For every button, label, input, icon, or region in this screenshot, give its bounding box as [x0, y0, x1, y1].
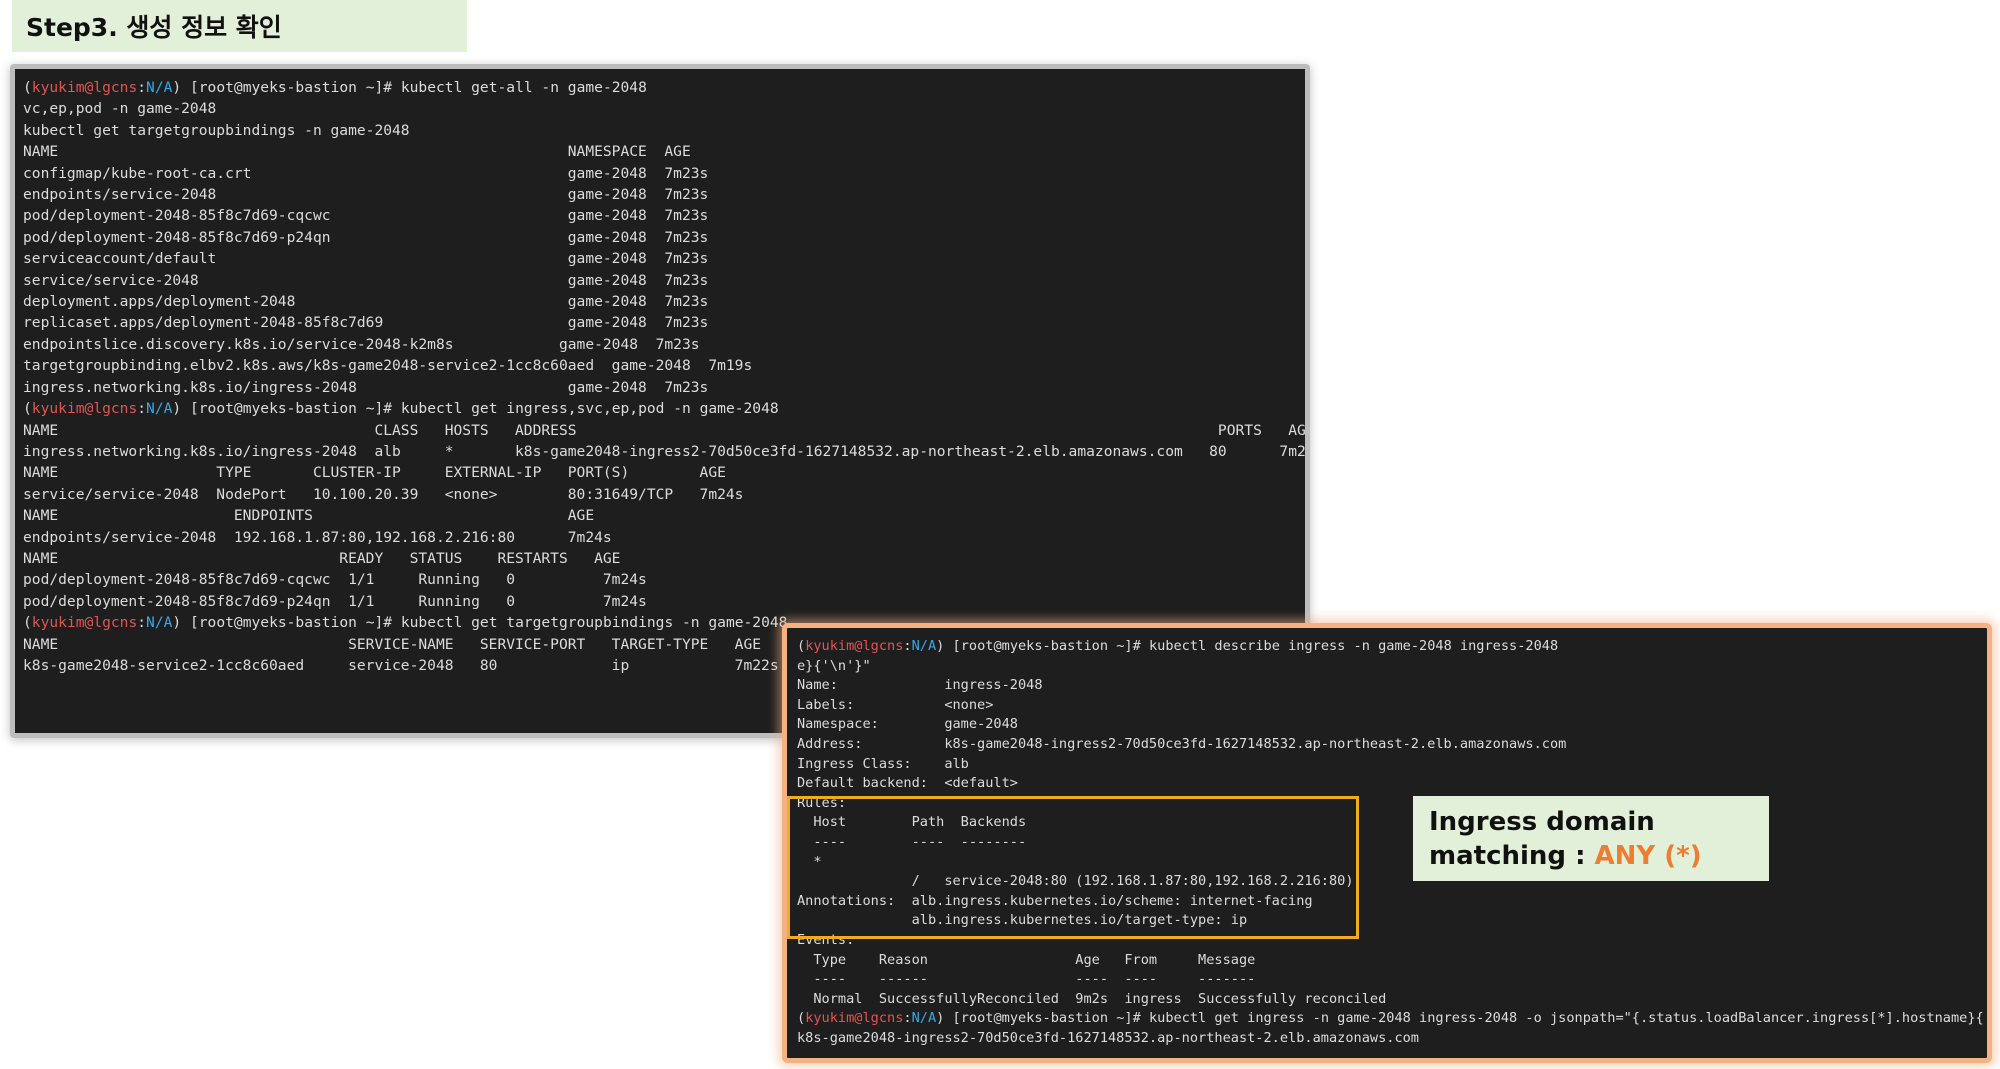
- terminal-output-line: ingress.networking.k8s.io/ingress-2048 g…: [23, 378, 709, 396]
- terminal-output-line: Namespace: game-2048: [797, 716, 1018, 733]
- terminal-output-line: vc,ep,pod -n game-2048: [23, 100, 217, 118]
- prompt-user: kyukim: [31, 79, 85, 96]
- prompt-close: ): [172, 79, 182, 96]
- callout-text: matching :: [1429, 841, 1595, 871]
- terminal-output-line: pod/deployment-2048-85f8c7d69-p24qn 1/1 …: [23, 592, 647, 610]
- prompt-close: ): [172, 614, 182, 632]
- prompt-open: (: [23, 79, 32, 96]
- prompt-context: N/A: [911, 638, 937, 654]
- rules-highlight-box: [787, 796, 1359, 939]
- prompt-open: (: [23, 400, 32, 418]
- prompt-separator: :: [137, 614, 147, 632]
- terminal-output-line: kubectl get targetgroupbindings -n game-…: [23, 121, 410, 139]
- terminal-prompt-line: (kyukim@lgcns:N/A) [root@myeks-bastion ~…: [23, 398, 1305, 419]
- prompt-host: lgcns: [862, 1010, 904, 1027]
- prompt-user: kyukim: [31, 400, 85, 418]
- terminal-output-line: Address: k8s-game2048-ingress2-70d50ce3f…: [797, 735, 1567, 752]
- terminal-output-line: endpoints/service-2048 game-2048 7m23s: [23, 186, 709, 204]
- callout-accent-any: ANY (*): [1594, 841, 1702, 871]
- terminal-output-line: service/service-2048 game-2048 7m23s: [23, 271, 709, 289]
- terminal-output-line: Type Reason Age From Message: [797, 951, 1256, 968]
- prompt-context: N/A: [146, 614, 173, 632]
- terminal-output-line: NAME ENDPOINTS AGE: [23, 507, 595, 525]
- terminal-command: [root@myeks-bastion ~]# kubectl get targ…: [181, 614, 788, 632]
- terminal-output-line: k8s-game2048-ingress2-70d50ce3fd-1627148…: [797, 1029, 1419, 1046]
- terminal-output-line: replicaset.apps/deployment-2048-85f8c7d6…: [23, 314, 709, 332]
- prompt-open: (: [797, 1010, 806, 1027]
- terminal-output-line: e}{'\n'}": [797, 657, 871, 674]
- terminal-command: [root@myeks-bastion ~]# kubectl get-all …: [181, 79, 647, 96]
- terminal-output-line: configmap/kube-root-ca.crt game-2048 7m2…: [23, 164, 709, 182]
- prompt-open: (: [23, 614, 32, 632]
- terminal-prompt-line: (kyukim@lgcns:N/A) [root@myeks-bastion ~…: [797, 637, 1987, 657]
- terminal-output-line: Ingress Class: alb: [797, 755, 969, 772]
- prompt-at: @: [84, 614, 94, 632]
- prompt-context: N/A: [146, 79, 173, 96]
- step-title: Step3. 생성 정보 확인: [12, 0, 467, 52]
- terminal-prompt-line: (kyukim@lgcns:N/A) [root@myeks-bastion ~…: [797, 1009, 1987, 1029]
- terminal-output-line: NAME NAMESPACE AGE: [23, 143, 691, 161]
- terminal-output-line: targetgroupbinding.elbv2.k8s.aws/k8s-gam…: [23, 357, 753, 375]
- terminal-output-line: NAME CLASS HOSTS ADDRESS PORTS AGE: [23, 421, 1310, 439]
- terminal-output-line: pod/deployment-2048-85f8c7d69-p24qn game…: [23, 228, 709, 246]
- callout-line-1: Ingress domain: [1429, 807, 1655, 837]
- prompt-context: N/A: [911, 1010, 937, 1027]
- prompt-separator: :: [903, 1010, 912, 1027]
- prompt-host: lgcns: [862, 638, 904, 654]
- prompt-separator: :: [903, 638, 912, 654]
- terminal-output-line: Name: ingress-2048: [797, 677, 1043, 694]
- terminal-output-line: pod/deployment-2048-85f8c7d69-cqcwc 1/1 …: [23, 571, 647, 589]
- prompt-host: lgcns: [93, 400, 138, 418]
- prompt-at: @: [84, 79, 94, 96]
- terminal-output-line: NAME READY STATUS RESTARTS AGE: [23, 549, 621, 567]
- terminal-output-line: endpoints/service-2048 192.168.1.87:80,1…: [23, 528, 612, 546]
- terminal-output-line: pod/deployment-2048-85f8c7d69-cqcwc game…: [23, 207, 709, 225]
- prompt-separator: :: [137, 79, 147, 96]
- terminal-output-line: deployment.apps/deployment-2048 game-204…: [23, 293, 709, 311]
- terminal-command: [root@myeks-bastion ~]# kubectl get ingr…: [944, 1010, 1992, 1027]
- terminal-output-line: Default backend: <default>: [797, 775, 1018, 792]
- terminal-command: [root@myeks-bastion ~]# kubectl get ingr…: [181, 400, 779, 418]
- terminal-output-line: Normal SuccessfullyReconciled 9m2s ingre…: [797, 990, 1387, 1007]
- terminal-output-line: service/service-2048 NodePort 10.100.20.…: [23, 485, 744, 503]
- terminal-prompt-line: (kyukim@lgcns:N/A) [root@myeks-bastion ~…: [23, 77, 1305, 98]
- terminal-output-line: NAME TYPE CLUSTER-IP EXTERNAL-IP PORT(S)…: [23, 464, 726, 482]
- prompt-host: lgcns: [93, 79, 138, 96]
- terminal-output-line: Labels: <none>: [797, 696, 994, 713]
- terminal-output-line: serviceaccount/default game-2048 7m23s: [23, 250, 709, 268]
- terminal-output-line: ingress.networking.k8s.io/ingress-2048 a…: [23, 442, 1310, 460]
- terminal-output-line: endpointslice.discovery.k8s.io/service-2…: [23, 335, 700, 353]
- prompt-at: @: [84, 400, 94, 418]
- prompt-open: (: [797, 638, 806, 654]
- prompt-host: lgcns: [93, 614, 138, 632]
- prompt-user: kyukim: [805, 1010, 855, 1027]
- prompt-separator: :: [137, 400, 147, 418]
- prompt-user: kyukim: [31, 614, 85, 632]
- callout-line-2: matching : ANY (*): [1429, 839, 1769, 873]
- prompt-context: N/A: [146, 400, 173, 418]
- terminal-command: [root@myeks-bastion ~]# kubectl describe…: [944, 638, 1559, 654]
- terminal-output-line: ---- ------ ---- ---- -------: [797, 971, 1256, 988]
- prompt-user: kyukim: [805, 638, 855, 654]
- prompt-close: ): [172, 400, 182, 418]
- ingress-domain-callout: Ingress domain matching : ANY (*): [1413, 796, 1769, 881]
